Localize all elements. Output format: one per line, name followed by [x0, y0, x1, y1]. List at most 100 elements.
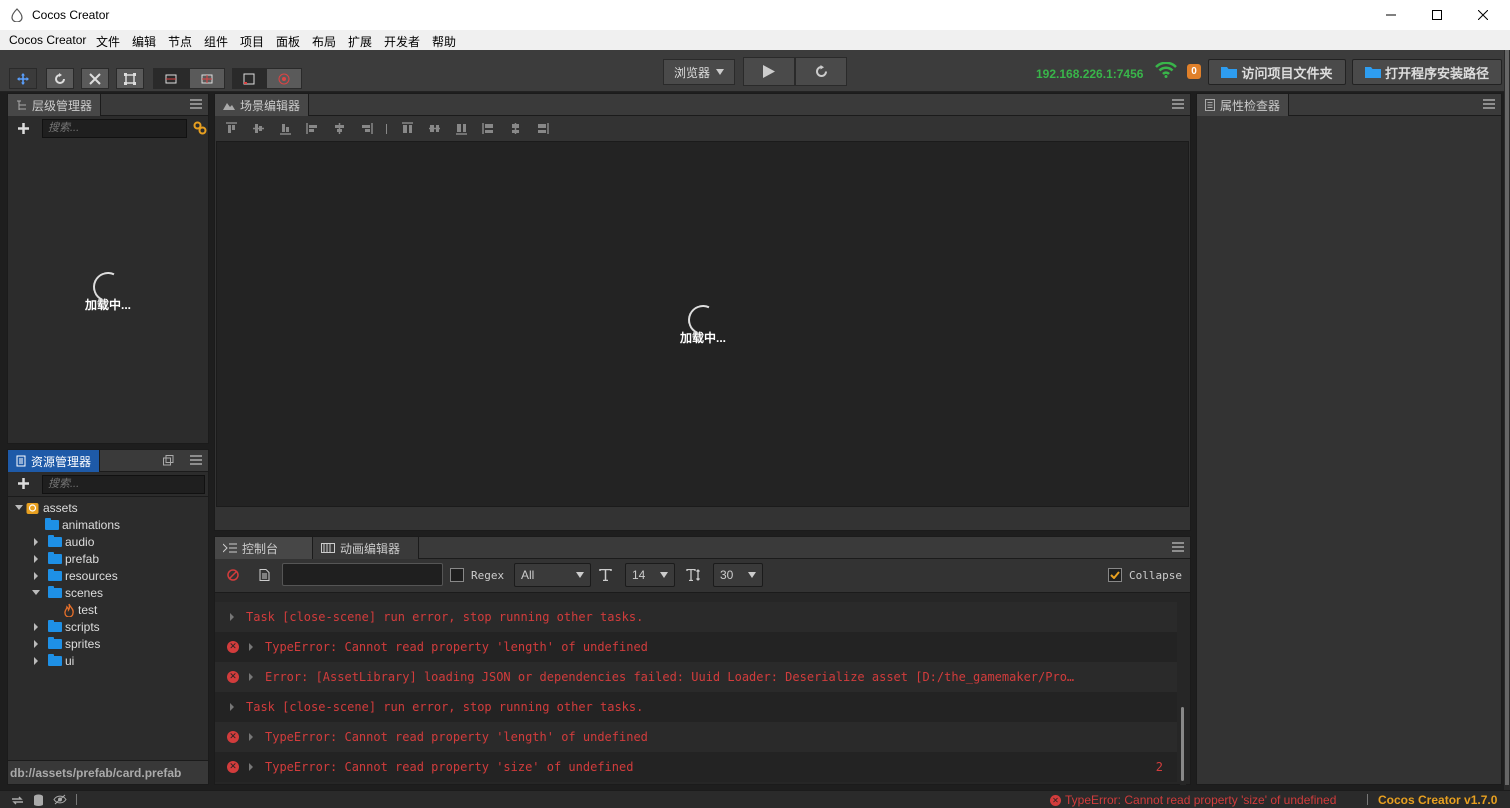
expand-icon[interactable] [249, 673, 253, 681]
open-install-path-button[interactable]: 打开程序安装路径 [1352, 59, 1502, 85]
console-filter-input[interactable] [282, 563, 443, 586]
sync-icon[interactable] [11, 795, 24, 806]
expand-icon[interactable] [249, 643, 253, 651]
tab-inspector[interactable]: 属性检查器 [1197, 94, 1290, 116]
rect-tool-button[interactable] [116, 68, 144, 89]
log-row[interactable]: Task [close-scene] run error, stop runni… [215, 602, 1177, 632]
eye-icon[interactable] [53, 794, 67, 805]
move-tool-button[interactable] [9, 68, 37, 89]
distribute-bottom-icon[interactable] [455, 122, 468, 135]
chevron-right-icon[interactable] [34, 656, 38, 665]
align-hcenter-icon[interactable] [333, 122, 346, 135]
panel-menu-icon[interactable] [1172, 541, 1184, 553]
align-right-icon[interactable] [360, 122, 373, 135]
pivot-global-button[interactable] [189, 68, 225, 89]
menu-layout[interactable]: 布局 [312, 33, 336, 50]
expand-icon[interactable] [249, 733, 253, 741]
hierarchy-search-input[interactable]: 搜索... [42, 119, 187, 138]
align-top-icon[interactable] [225, 122, 238, 135]
database-icon[interactable] [33, 794, 44, 806]
expand-icon[interactable] [230, 703, 234, 711]
tree-item-prefab[interactable]: prefab [34, 550, 99, 567]
console-scrollbar-thumb[interactable] [1181, 707, 1184, 781]
tree-item-test[interactable]: test [63, 601, 97, 618]
scale-tool-button[interactable] [81, 68, 109, 89]
link-icon[interactable] [193, 121, 207, 135]
distribute-left-icon[interactable] [482, 122, 495, 135]
menu-project[interactable]: 项目 [240, 33, 264, 50]
chevron-right-icon[interactable] [34, 571, 38, 580]
add-asset-icon[interactable] [18, 478, 29, 489]
panel-menu-icon[interactable] [1172, 98, 1184, 110]
menu-developer[interactable]: 开发者 [384, 33, 420, 50]
line-height-select[interactable]: 30 [713, 563, 763, 587]
font-size-select[interactable]: 14 [625, 563, 675, 587]
distribute-vcenter-icon[interactable] [428, 122, 441, 135]
tree-item-ui[interactable]: ui [34, 652, 74, 669]
preview-ip-address[interactable]: 192.168.226.1:7456 [1036, 67, 1143, 81]
tab-hierarchy[interactable]: 层级管理器 [8, 94, 102, 116]
anchor-pivot-button[interactable] [232, 68, 266, 89]
tree-item-scripts[interactable]: scripts [34, 618, 100, 635]
log-row[interactable]: ✕ TypeError: Cannot read property 'lengt… [215, 722, 1177, 752]
notification-badge[interactable]: 0 [1187, 64, 1201, 79]
open-project-folder-button[interactable]: 访问项目文件夹 [1208, 59, 1346, 85]
play-button[interactable] [743, 57, 795, 86]
assets-search-input[interactable]: 搜索... [42, 475, 205, 494]
menu-node[interactable]: 节点 [168, 33, 192, 50]
refresh-button[interactable] [795, 57, 847, 86]
expand-icon[interactable] [230, 613, 234, 621]
popout-icon[interactable] [163, 455, 174, 466]
menu-help[interactable]: 帮助 [432, 33, 456, 50]
chevron-down-icon[interactable] [32, 590, 40, 595]
log-row[interactable]: Task [close-scene] run error, stop runni… [215, 692, 1177, 722]
distribute-top-icon[interactable] [401, 122, 414, 135]
panel-menu-icon[interactable] [190, 98, 202, 110]
chevron-right-icon[interactable] [34, 537, 38, 546]
preview-platform-select[interactable]: 浏览器 [663, 59, 735, 85]
menu-panel[interactable]: 面板 [276, 33, 300, 50]
tab-scene-editor[interactable]: 场景编辑器 [215, 94, 310, 116]
add-node-icon[interactable] [18, 123, 29, 134]
tree-item-resources[interactable]: resources [34, 567, 118, 584]
panel-menu-icon[interactable] [1483, 98, 1495, 110]
collapse-checkbox[interactable] [1108, 568, 1122, 582]
maximize-button[interactable] [1414, 0, 1460, 30]
panel-menu-icon[interactable] [190, 454, 202, 466]
status-error[interactable]: ✕ TypeError: Cannot read property 'size'… [1050, 793, 1336, 807]
chevron-down-icon[interactable] [15, 505, 23, 510]
close-button[interactable] [1460, 0, 1506, 30]
menu-edit[interactable]: 编辑 [132, 33, 156, 50]
align-left-icon[interactable] [306, 122, 319, 135]
menu-extension[interactable]: 扩展 [348, 33, 372, 50]
tree-item-sprites[interactable]: sprites [34, 635, 100, 652]
rotate-tool-button[interactable] [46, 68, 74, 89]
tree-item-audio[interactable]: audio [34, 533, 94, 550]
log-row[interactable]: ✕ Error: [AssetLibrary] loading JSON or … [215, 662, 1177, 692]
log-row[interactable]: ✕ TypeError: Cannot read property 'size'… [215, 752, 1177, 782]
distribute-hcenter-icon[interactable] [509, 122, 522, 135]
clear-console-icon[interactable] [227, 569, 239, 581]
menu-component[interactable]: 组件 [204, 33, 228, 50]
console-scrollbar-track[interactable] [1180, 593, 1186, 785]
open-log-file-icon[interactable] [259, 569, 270, 581]
distribute-right-icon[interactable] [536, 122, 549, 135]
tree-item-assets[interactable]: assets [15, 499, 78, 516]
log-row[interactable]: ✕ TypeError: Cannot read property 'lengt… [215, 632, 1177, 662]
chevron-right-icon[interactable] [34, 639, 38, 648]
menu-cocos-creator[interactable]: Cocos Creator [9, 33, 86, 47]
expand-icon[interactable] [249, 763, 253, 771]
scene-viewport[interactable]: 加载中... [216, 141, 1189, 507]
align-bottom-icon[interactable] [279, 122, 292, 135]
align-vcenter-icon[interactable] [252, 122, 265, 135]
window-scrollbar-thumb[interactable] [1505, 50, 1509, 785]
tab-animation-editor[interactable]: 动画编辑器 [313, 537, 419, 559]
minimize-button[interactable] [1368, 0, 1414, 30]
pivot-local-button[interactable] [153, 68, 189, 89]
chevron-right-icon[interactable] [34, 622, 38, 631]
log-level-select[interactable]: All [514, 563, 591, 587]
window-scrollbar-track[interactable] [1504, 50, 1510, 790]
tab-assets[interactable]: 资源管理器 [8, 450, 101, 472]
tree-item-animations[interactable]: animations [45, 516, 120, 533]
tree-item-scenes[interactable]: scenes [32, 584, 103, 601]
